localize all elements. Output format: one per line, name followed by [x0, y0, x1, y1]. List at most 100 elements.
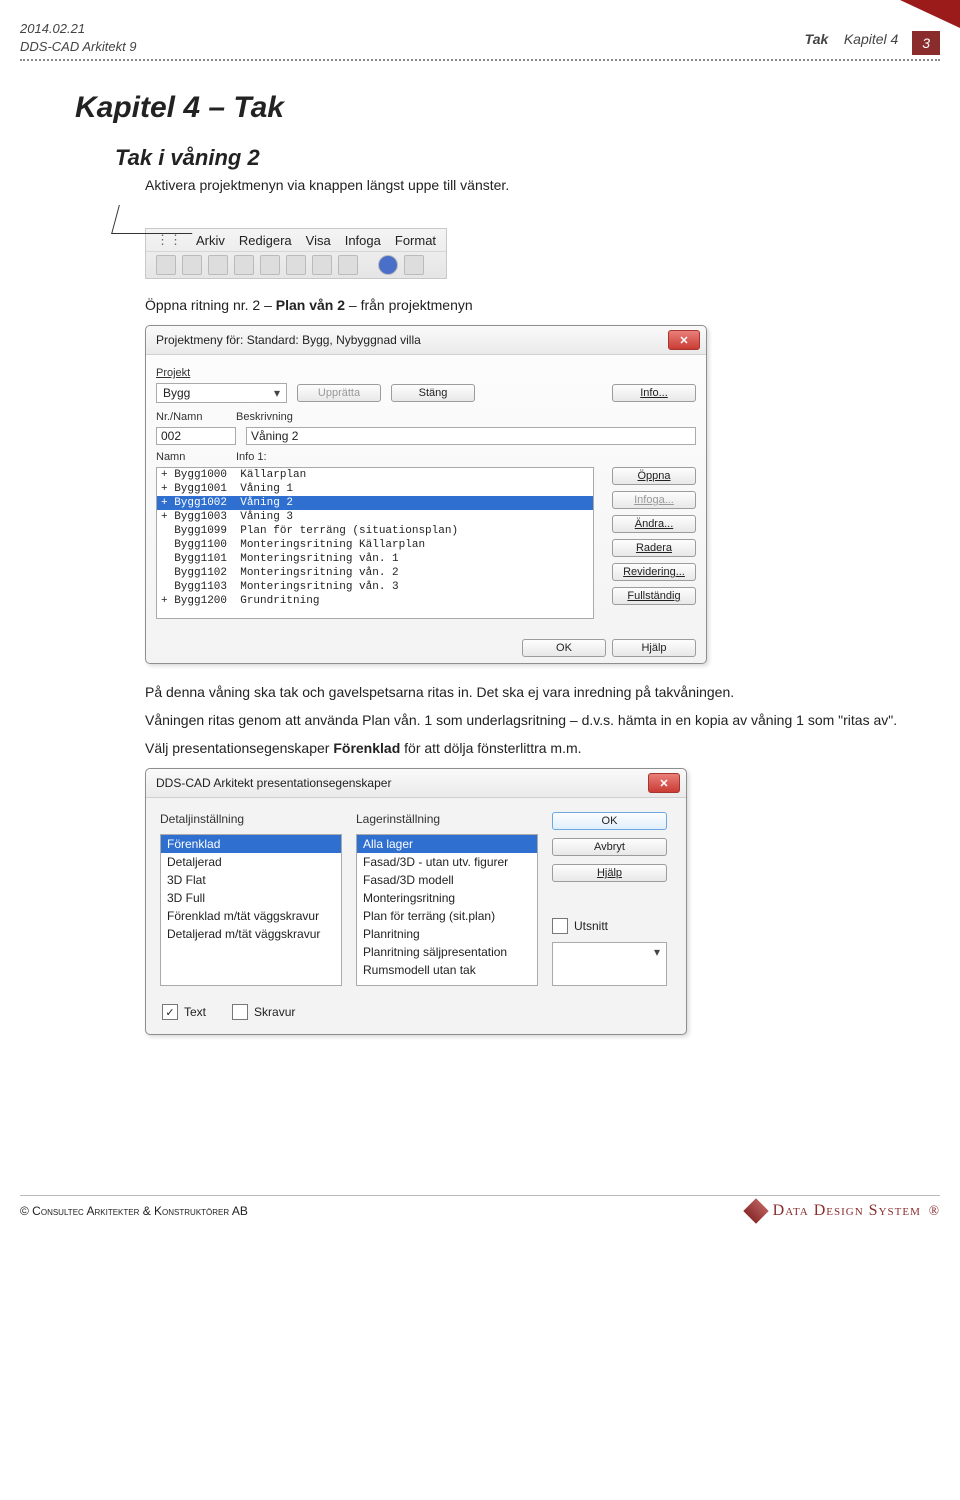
list-item[interactable]: + Bygg1003 Våning 3	[157, 510, 593, 524]
list-item[interactable]: Detaljerad m/tät väggskravur	[161, 925, 341, 943]
page-number: 3	[912, 31, 940, 55]
list-item[interactable]: + Bygg1001 Våning 1	[157, 482, 593, 496]
copy-note-paragraph: Våningen ritas genom att använda Plan vå…	[145, 712, 910, 728]
toolbar-icon[interactable]	[338, 255, 358, 275]
footer-brand: Data Design System	[773, 1202, 921, 1220]
toolbar-icon[interactable]	[286, 255, 306, 275]
infoga-button[interactable]: Infoga...	[612, 491, 696, 509]
close-icon[interactable]: ✕	[648, 773, 680, 793]
page-corner-decoration	[900, 0, 960, 28]
toolbar-icon[interactable]	[404, 255, 424, 275]
list-item[interactable]: 3D Flat	[161, 871, 341, 889]
toolbar-icon[interactable]	[182, 255, 202, 275]
menu-arkiv[interactable]: Arkiv	[196, 233, 225, 248]
menu-visa[interactable]: Visa	[306, 233, 331, 248]
page-header: 2014.02.21 DDS-CAD Arkitekt 9 Tak Kapite…	[20, 20, 940, 55]
drawings-listbox[interactable]: + Bygg1000 Källarplan + Bygg1001 Våning …	[156, 467, 594, 619]
chapter-title: Kapitel 4 – Tak	[75, 91, 910, 125]
app-menubar: ⋮⋮ Arkiv Redigera Visa Infoga Format	[145, 228, 447, 279]
list-item[interactable]: Bygg1101 Monteringsritning vån. 1	[157, 552, 593, 566]
pres-dialog-title: DDS-CAD Arkitekt presentationsegenskaper	[156, 776, 391, 790]
stang-button[interactable]: Stäng	[391, 384, 475, 402]
pres-note-prefix: Välj presentationsegenskaper	[145, 740, 333, 756]
list-item[interactable]: Bygg1099 Plan för terräng (situationspla…	[157, 524, 593, 538]
label-skravur: Skravur	[254, 1005, 295, 1019]
utsnitt-select[interactable]	[552, 942, 667, 986]
after-dialog-paragraph: På denna våning ska tak och gavelspetsar…	[145, 684, 910, 700]
pres-note-bold: Förenklad	[333, 740, 400, 756]
pres-note-suffix: för att dölja fönsterlittra m.m.	[404, 740, 581, 756]
toolbar-icon[interactable]	[260, 255, 280, 275]
label-detaljinstallning: Detaljinställning	[160, 812, 342, 826]
ok-button[interactable]: OK	[552, 812, 667, 830]
list-item[interactable]: Fasad/3D - utan utv. figurer	[357, 853, 537, 871]
oppna-button[interactable]: Öppna	[612, 467, 696, 485]
toolbar-globe-icon[interactable]	[378, 255, 398, 275]
leader-line	[111, 205, 200, 234]
menubar-grip-icon: ⋮⋮	[156, 232, 182, 248]
utsnitt-checkbox[interactable]	[552, 918, 568, 934]
menu-format[interactable]: Format	[395, 233, 436, 248]
nr-field[interactable]: 002	[156, 427, 236, 445]
project-select[interactable]: Bygg	[156, 383, 287, 403]
open-drawing-suffix: – från projektmenyn	[349, 297, 473, 313]
info-button[interactable]: Info...	[612, 384, 696, 402]
list-item[interactable]: Bygg1103 Monteringsritning vån. 3	[157, 580, 593, 594]
logo-cube-icon	[743, 1198, 768, 1223]
project-menu-dialog: Projektmeny för: Standard: Bygg, Nybyggn…	[145, 325, 707, 664]
footer-copyright: © Consultec Arkitekter & Konstruktörer A…	[20, 1204, 248, 1218]
list-item[interactable]: + Bygg1000 Källarplan	[157, 468, 593, 482]
list-item[interactable]: + Bygg1200 Grundritning	[157, 594, 593, 608]
label-namn: Namn	[156, 451, 226, 463]
revidering-button[interactable]: Revidering...	[612, 563, 696, 581]
intro-paragraph: Aktivera projektmenyn via knappen längst…	[145, 177, 910, 193]
list-item-selected[interactable]: Förenklad	[161, 835, 341, 853]
menu-infoga[interactable]: Infoga	[345, 233, 381, 248]
subchapter-title: Tak i våning 2	[115, 145, 910, 171]
list-item[interactable]: Planritning säljpresentation	[357, 943, 537, 961]
header-date: 2014.02.21	[20, 20, 137, 38]
detail-listbox[interactable]: Förenklad Detaljerad 3D Flat 3D Full För…	[160, 834, 342, 986]
hjalp-button[interactable]: Hjälp	[552, 864, 667, 882]
label-beskrivning: Beskrivning	[236, 411, 293, 423]
menu-redigera[interactable]: Redigera	[239, 233, 292, 248]
toolbar-icon[interactable]	[312, 255, 332, 275]
close-icon[interactable]: ✕	[668, 330, 700, 350]
hjalp-button[interactable]: Hjälp	[612, 639, 696, 657]
dds-logo: Data Design System ®	[747, 1202, 940, 1220]
list-item[interactable]: Fasad/3D modell	[357, 871, 537, 889]
label-lagerinstallning: Lagerinställning	[356, 812, 538, 826]
label-utsnitt: Utsnitt	[574, 919, 608, 933]
header-divider	[20, 59, 940, 61]
list-item[interactable]: Detaljerad	[161, 853, 341, 871]
text-checkbox[interactable]: ✓	[162, 1004, 178, 1020]
page-footer: © Consultec Arkitekter & Konstruktörer A…	[20, 1195, 940, 1220]
list-item-selected[interactable]: Alla lager	[357, 835, 537, 853]
avbryt-button[interactable]: Avbryt	[552, 838, 667, 856]
list-item[interactable]: Monteringsritning	[357, 889, 537, 907]
radera-button[interactable]: Radera	[612, 539, 696, 557]
uppratta-button[interactable]: Upprätta	[297, 384, 381, 402]
beskrivning-field[interactable]: Våning 2	[246, 427, 696, 445]
label-info1: Info 1:	[236, 451, 267, 463]
list-item[interactable]: Bygg1100 Monteringsritning Källarplan	[157, 538, 593, 552]
toolbar-icon[interactable]	[234, 255, 254, 275]
label-projekt: Projekt	[156, 367, 216, 379]
toolbar-icon[interactable]	[208, 255, 228, 275]
list-item[interactable]: Rumsmodell utan tak	[357, 961, 537, 979]
andra-button[interactable]: Ändra...	[612, 515, 696, 533]
label-text: Text	[184, 1005, 206, 1019]
list-item[interactable]: Plan för terräng (sit.plan)	[357, 907, 537, 925]
header-chapter-label: Kapitel 4	[844, 31, 898, 47]
ok-button[interactable]: OK	[522, 639, 606, 657]
layer-listbox[interactable]: Alla lager Fasad/3D - utan utv. figurer …	[356, 834, 538, 986]
list-item[interactable]: Bygg1102 Monteringsritning vån. 2	[157, 566, 593, 580]
toolbar-icon[interactable]	[156, 255, 176, 275]
fullstandig-button[interactable]: Fullständig	[612, 587, 696, 605]
skravur-checkbox[interactable]	[232, 1004, 248, 1020]
list-item-selected[interactable]: + Bygg1002 Våning 2	[157, 496, 593, 510]
list-item[interactable]: Förenklad m/tät väggskravur	[161, 907, 341, 925]
header-product: DDS-CAD Arkitekt 9	[20, 38, 137, 56]
list-item[interactable]: 3D Full	[161, 889, 341, 907]
list-item[interactable]: Planritning	[357, 925, 537, 943]
